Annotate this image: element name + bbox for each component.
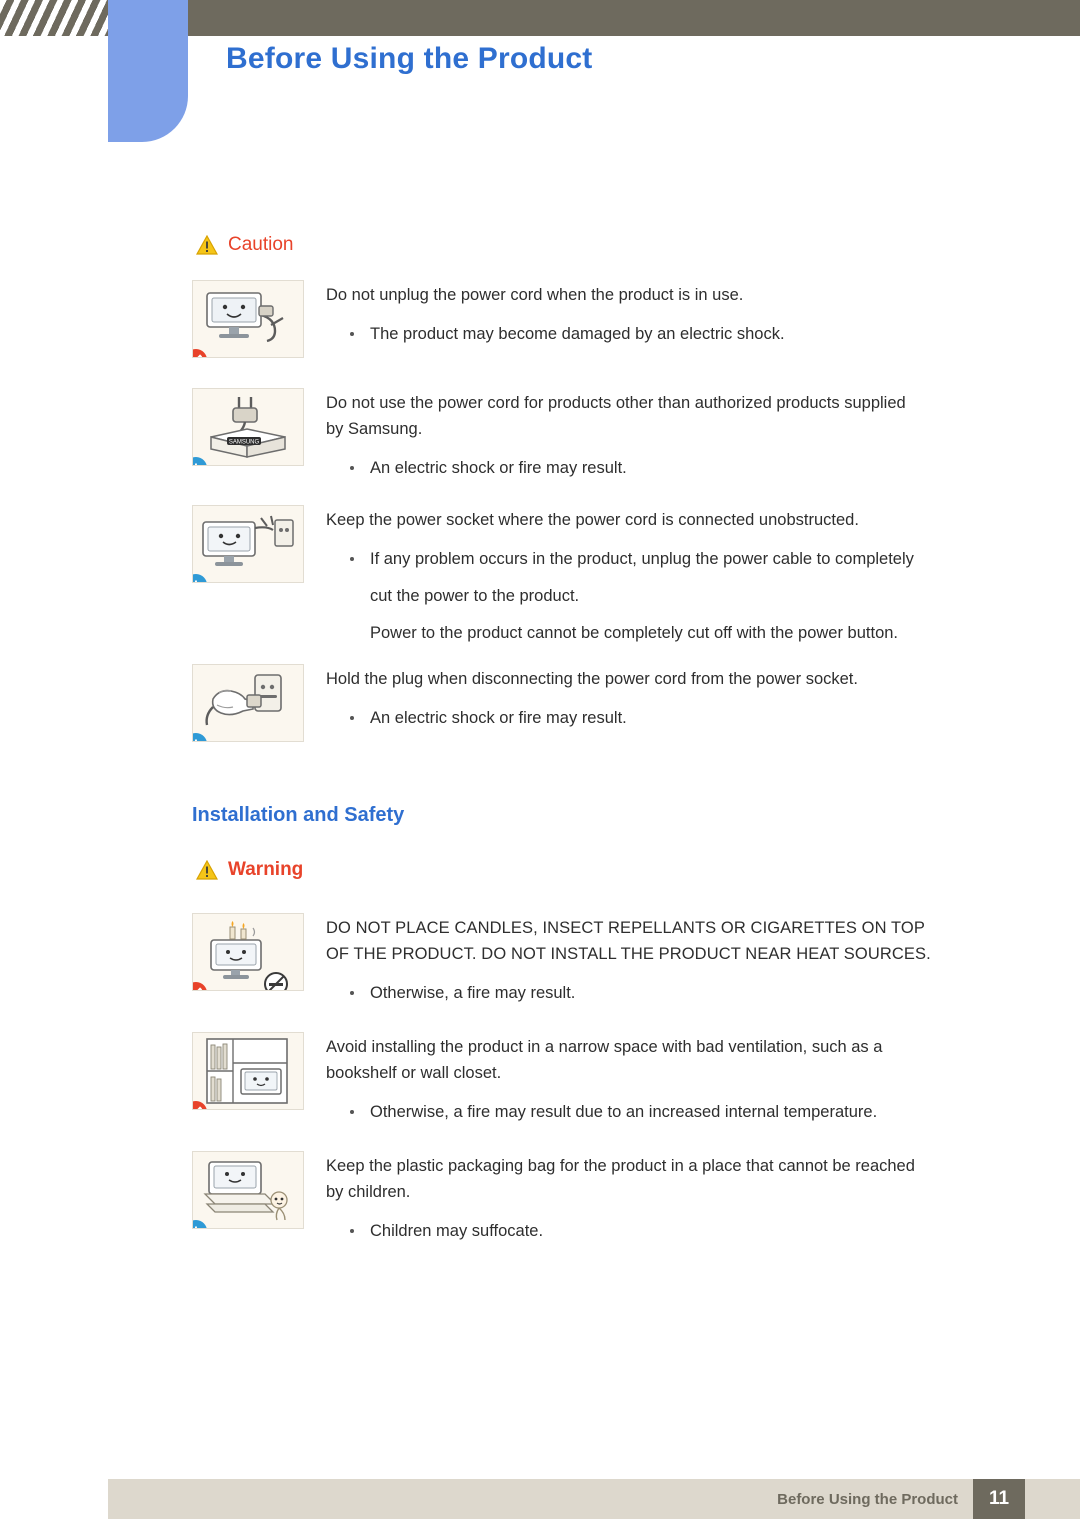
item-line: by Samsung. <box>326 420 423 438</box>
item-bullet: If any problem occurs in the product, un… <box>326 546 1080 572</box>
list-item: Keep the power socket where the power co… <box>192 505 1080 646</box>
section-heading-installation: Installation and Safety <box>192 804 405 826</box>
item-line: DO NOT PLACE CANDLES, INSECT REPELLANTS … <box>326 919 925 937</box>
item-plain: Power to the product cannot be completel… <box>370 624 899 642</box>
item-bullet: An electric shock or fire may result. <box>326 455 1080 481</box>
item-text: Do not unplug the power cord when the pr… <box>326 280 1080 347</box>
item-text: DO NOT PLACE CANDLES, INSECT REPELLANTS … <box>326 913 1080 1006</box>
warning-label-row: Warning <box>196 859 1080 881</box>
illustration-hand-holding-plug <box>192 664 304 742</box>
item-bullet: An electric shock or fire may result. <box>326 705 1080 731</box>
caution-label-row: Caution <box>196 234 1080 256</box>
list-item: Keep the plastic packaging bag for the p… <box>192 1151 1080 1244</box>
illustration-power-plug-box: SAMSUNG <box>192 388 304 466</box>
item-bullet: Children may suffocate. <box>326 1218 1080 1244</box>
item-line: Do not unplug the power cord when the pr… <box>326 286 744 304</box>
item-line: bookshelf or wall closet. <box>326 1064 502 1082</box>
item-line: Avoid installing the product in a narrow… <box>326 1038 883 1056</box>
item-line: Hold the plug when disconnecting the pow… <box>326 670 858 688</box>
illustration-plastic-bag-child <box>192 1151 304 1229</box>
caution-label: Caution <box>228 234 294 255</box>
illustration-monitor-unplug <box>192 280 304 358</box>
item-line: Keep the power socket where the power co… <box>326 511 859 529</box>
warning-label: Warning <box>228 859 304 880</box>
list-item: SAMSUNG Do not use the power cord for pr… <box>192 388 1080 481</box>
no-smoking-icon <box>264 972 288 990</box>
footer-title: Before Using the Product <box>777 1491 958 1508</box>
item-text: Hold the plug when disconnecting the pow… <box>326 664 1080 731</box>
item-bullet: Otherwise, a fire may result. <box>326 980 1080 1006</box>
list-item: Hold the plug when disconnecting the pow… <box>192 664 1080 742</box>
list-item: Do not unplug the power cord when the pr… <box>192 280 1080 358</box>
illustration-monitor-in-bookshelf <box>192 1032 304 1110</box>
illustration-monitor-socket <box>192 505 304 583</box>
list-item: DO NOT PLACE CANDLES, INSECT REPELLANTS … <box>192 913 1080 1006</box>
page-title: Before Using the Product <box>226 42 593 75</box>
item-line: by children. <box>326 1183 411 1201</box>
item-text: Keep the plastic packaging bag for the p… <box>326 1151 1080 1244</box>
item-text: Keep the power socket where the power co… <box>326 505 1080 646</box>
item-bullet: Otherwise, a fire may result due to an i… <box>326 1099 1080 1125</box>
list-item: Avoid installing the product in a narrow… <box>192 1032 1080 1125</box>
illustration-candles-on-monitor <box>192 913 304 991</box>
header-hatch-decoration <box>0 0 108 36</box>
item-bullet: The product may become damaged by an ele… <box>326 321 1080 347</box>
item-line: OF THE PRODUCT. DO NOT INSTALL THE PRODU… <box>326 945 931 963</box>
svg-text:SAMSUNG: SAMSUNG <box>229 440 260 446</box>
item-line: Do not use the power cord for products o… <box>326 394 906 412</box>
warning-triangle-icon <box>196 860 218 880</box>
item-subline: cut the power to the product. <box>370 587 580 605</box>
page-number: 11 <box>973 1479 1025 1519</box>
page-content: Caution Do not unplug the power cord whe… <box>0 160 1080 1244</box>
item-line: Keep the plastic packaging bag for the p… <box>326 1157 915 1175</box>
warning-triangle-icon <box>196 235 218 255</box>
header-blue-tab <box>108 0 188 142</box>
item-text: Avoid installing the product in a narrow… <box>326 1032 1080 1125</box>
item-text: Do not use the power cord for products o… <box>326 388 1080 481</box>
